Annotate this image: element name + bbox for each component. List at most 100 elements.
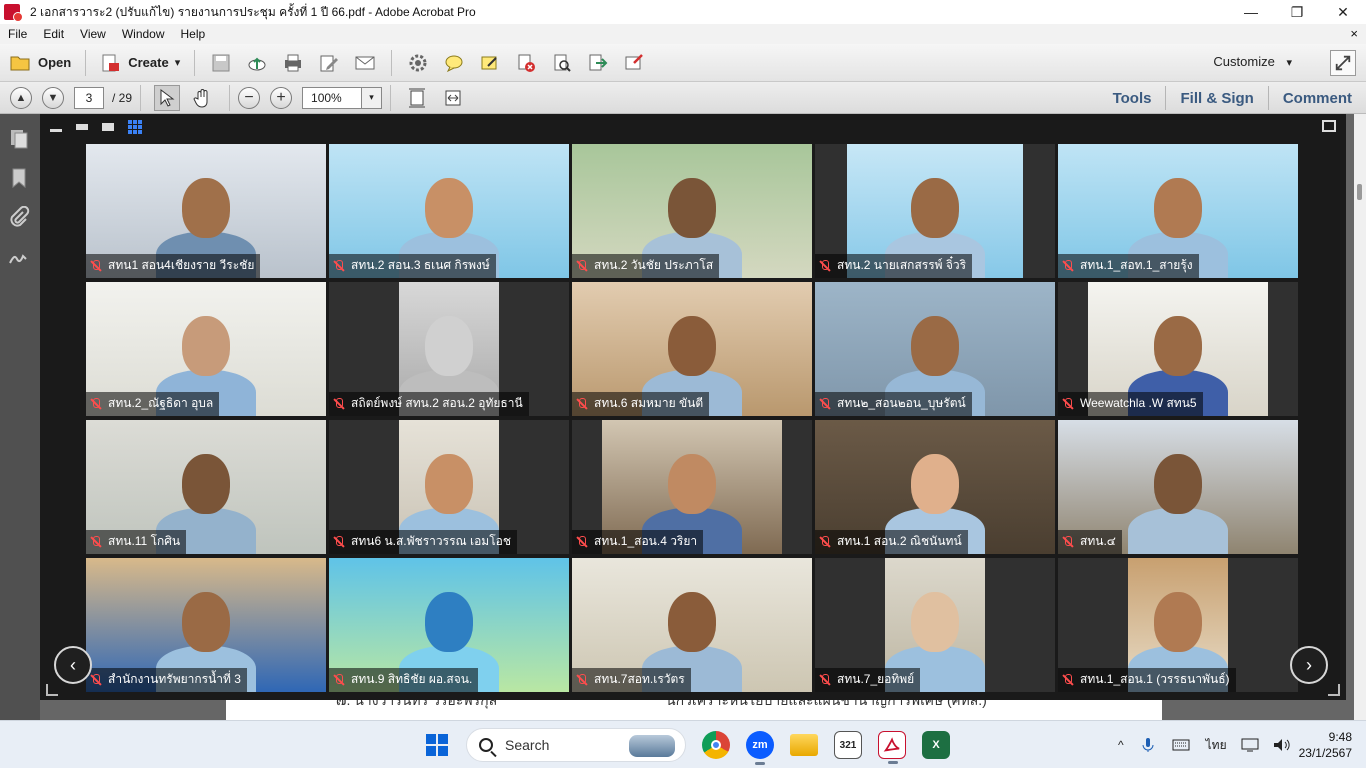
menu-window[interactable]: Window (114, 27, 173, 41)
signature-icon[interactable] (8, 245, 30, 267)
speaker-view-icon[interactable] (76, 124, 88, 130)
file-explorer-icon[interactable] (790, 734, 818, 756)
customize-button[interactable]: Customize ▾ (1213, 54, 1292, 69)
participant-name: สทน.2_ณัฐธิดา อุบล (108, 396, 214, 410)
chevron-up-icon[interactable]: ^ (1118, 738, 1124, 752)
participant-video-tile[interactable]: สำนักงานทรัพยากรน้ำที่ 3 (86, 558, 326, 692)
microphone-icon[interactable] (1140, 737, 1156, 753)
participant-video-tile[interactable]: สทน.2_ณัฐธิดา อุบล (86, 282, 326, 416)
keyboard-icon[interactable] (1172, 738, 1190, 752)
participant-video-tile[interactable]: สถิตย์พงษ์ สทน.2 สอน.2 อุทัยธานี (329, 282, 569, 416)
resize-grip[interactable] (1328, 684, 1340, 696)
fit-page-button[interactable] (404, 85, 430, 111)
comment-button[interactable] (441, 50, 467, 76)
calendar-app-icon[interactable]: 321 (834, 731, 862, 759)
close-button[interactable]: ✕ (1320, 0, 1366, 24)
highlight-button[interactable] (477, 50, 503, 76)
tab-tools[interactable]: Tools (1099, 90, 1166, 107)
edit-button[interactable] (316, 50, 342, 76)
participant-video-tile[interactable]: สทน.1 สอน.2 ณิชนันทน์ (815, 420, 1055, 554)
participant-face (911, 454, 959, 514)
gallery-view-icon[interactable] (128, 120, 142, 134)
zoom-app-label: zm (752, 739, 768, 751)
close-document-button[interactable]: × (1350, 26, 1358, 41)
volume-icon[interactable] (1273, 738, 1291, 752)
participant-video-tile[interactable]: สทน.๔ (1058, 420, 1298, 554)
acrobat-taskbar-icon[interactable] (878, 731, 906, 764)
participant-video-tile[interactable]: สทน.2 สอน.3 ธเนศ กิรพงษ์ (329, 144, 569, 278)
settings-button[interactable] (405, 50, 431, 76)
next-gallery-page-button[interactable]: › (1290, 646, 1328, 684)
participant-video-tile[interactable]: Weewatchla .W สทน5 (1058, 282, 1298, 416)
participant-video-tile[interactable]: สทน.6 สมหมาย ขันตี (572, 282, 812, 416)
previous-gallery-page-button[interactable]: ‹ (54, 646, 92, 684)
network-icon[interactable] (1241, 738, 1259, 752)
list-view-icon[interactable] (102, 123, 114, 131)
search-doc-button[interactable] (549, 50, 575, 76)
hand-tool-button[interactable] (190, 85, 216, 111)
participant-video-tile[interactable]: สทน.2 วันชัย ประภาโส (572, 144, 812, 278)
participant-video-tile[interactable]: สทน.1_สอท.1_สายรุ้ง (1058, 144, 1298, 278)
cursor-icon (160, 88, 175, 107)
vertical-scrollbar[interactable] (1354, 114, 1366, 720)
participant-video-tile[interactable]: สทน6 น.ส.พัชราวรรณ เอมโอช (329, 420, 569, 554)
minimize-view-icon[interactable] (50, 128, 62, 132)
zoom-app-icon[interactable]: zm (746, 731, 774, 765)
participant-video-tile[interactable]: สทน.9 สิทธิชัย ผอ.สจน. (329, 558, 569, 692)
zoom-in-button[interactable]: + (270, 86, 293, 109)
menu-help[interactable]: Help (173, 27, 214, 41)
chrome-icon[interactable] (702, 731, 730, 759)
email-button[interactable] (352, 50, 378, 76)
participant-video-tile[interactable]: สทน.11 โกศิน (86, 420, 326, 554)
fit-width-button[interactable] (440, 85, 466, 111)
previous-page-button[interactable]: ▲ (10, 86, 32, 109)
next-page-button[interactable]: ▼ (42, 86, 64, 109)
scrollbar-thumb[interactable] (1357, 184, 1362, 200)
zoom-out-button[interactable]: − (238, 86, 261, 109)
restore-button[interactable]: ❐ (1274, 0, 1320, 24)
delete-page-button[interactable] (513, 50, 539, 76)
export-button[interactable] (585, 50, 611, 76)
participant-video-tile[interactable]: สทน1 สอน4เชียงราย วีระชัย (86, 144, 326, 278)
print-button[interactable] (280, 50, 306, 76)
menu-view[interactable]: View (72, 27, 114, 41)
participant-video-tile[interactable]: สทน.7_ยอทิพย์ (815, 558, 1055, 692)
create-button[interactable]: Create ▾ (94, 48, 186, 78)
participant-video-tile[interactable]: สทน.7สอท.เรวัตร (572, 558, 812, 692)
participant-video-tile[interactable]: สทน.2 นายเสกสรรพ์ จิ๋วริ (815, 144, 1055, 278)
mic-muted-icon (90, 535, 102, 548)
participant-face (182, 316, 230, 376)
participant-name-label: สทน.9 สิทธิชัย ผอ.สจน. (329, 668, 479, 692)
calendar-label: 321 (839, 739, 857, 751)
participant-video-tile[interactable]: สทน.1_สอน.4 วริยา (572, 420, 812, 554)
participant-face (1154, 592, 1202, 652)
exit-fullscreen-icon[interactable] (1322, 120, 1336, 132)
menu-edit[interactable]: Edit (35, 27, 72, 41)
zoom-level-input[interactable]: 100% (302, 86, 363, 109)
menu-file[interactable]: File (0, 27, 35, 41)
excel-icon[interactable]: X (922, 731, 950, 759)
open-button[interactable]: Open (4, 48, 77, 78)
select-tool-button[interactable] (154, 84, 181, 111)
save-button[interactable] (208, 50, 234, 76)
participant-video-tile[interactable]: สทน.1_สอน.1 (วรรธนาพันธ์) (1058, 558, 1298, 692)
window-controls: — ❐ ✕ (1228, 0, 1366, 24)
bookmark-icon[interactable] (8, 167, 30, 189)
page-number-input[interactable]: 3 (74, 86, 104, 109)
language-indicator[interactable]: ไทย (1206, 736, 1227, 755)
participant-video-tile[interactable]: สทน๒_สอน๒อน_บุษรัตน์ (815, 282, 1055, 416)
windows-start-icon[interactable] (426, 734, 448, 756)
expand-button[interactable] (1330, 50, 1356, 76)
tab-comment[interactable]: Comment (1269, 90, 1366, 107)
pages-icon[interactable] (8, 128, 30, 150)
stamp-button[interactable] (621, 50, 647, 76)
attachment-icon[interactable] (8, 205, 30, 228)
tab-fill-sign[interactable]: Fill & Sign (1166, 90, 1267, 107)
taskbar-search-input[interactable]: Search (466, 728, 686, 762)
system-clock[interactable]: 9:48 23/1/2567 (1299, 729, 1352, 761)
resize-grip[interactable] (46, 684, 58, 696)
minimize-button[interactable]: — (1228, 0, 1274, 24)
zoom-dropdown-button[interactable]: ▾ (362, 86, 383, 109)
participant-name-label: Weewatchla .W สทน5 (1058, 392, 1203, 416)
upload-button[interactable] (244, 50, 270, 76)
